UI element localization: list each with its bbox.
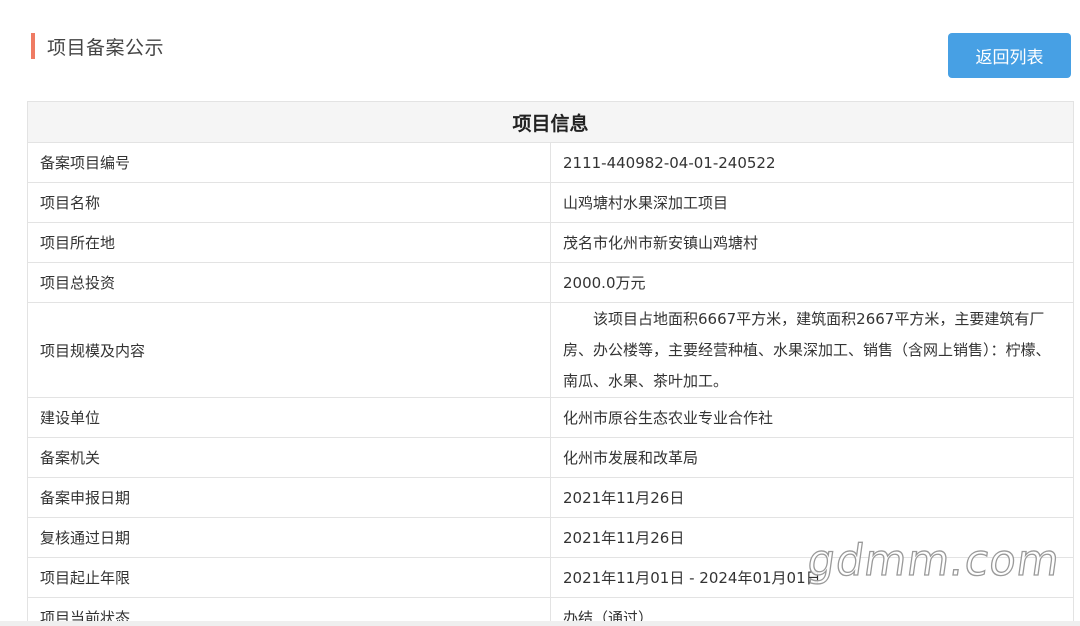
row-label-record-number: 备案项目编号 <box>27 142 551 183</box>
row-label-location: 项目所在地 <box>27 222 551 263</box>
row-label-review-date: 复核通过日期 <box>27 517 551 558</box>
table-row: 项目名称 山鸡塘村水果深加工项目 <box>27 182 1074 223</box>
row-value-record-number: 2111-440982-04-01-240522 <box>550 142 1074 183</box>
page-title: 项目备案公示 <box>47 36 165 59</box>
row-label-builder: 建设单位 <box>27 397 551 438</box>
title-accent-bar <box>31 33 35 59</box>
table-row: 项目所在地 茂名市化州市新安镇山鸡塘村 <box>27 222 1074 263</box>
site-watermark: gdmm.com <box>804 535 1064 586</box>
row-value-project-name: 山鸡塘村水果深加工项目 <box>550 182 1074 223</box>
row-value-scale-content: 该项目占地面积6667平方米，建筑面积2667平方米，主要建筑有厂房、办公楼等，… <box>550 302 1074 398</box>
table-row: 项目规模及内容 该项目占地面积6667平方米，建筑面积2667平方米，主要建筑有… <box>27 302 1074 398</box>
row-label-scale-content: 项目规模及内容 <box>27 302 551 398</box>
row-label-total-investment: 项目总投资 <box>27 262 551 303</box>
row-label-period: 项目起止年限 <box>27 557 551 598</box>
table-row: 建设单位 化州市原谷生态农业专业合作社 <box>27 397 1074 438</box>
row-value-total-investment: 2000.0万元 <box>550 262 1074 303</box>
table-row: 项目总投资 2000.0万元 <box>27 262 1074 303</box>
bottom-divider <box>0 621 1080 626</box>
table-caption: 项目信息 <box>27 101 1074 143</box>
row-value-builder: 化州市原谷生态农业专业合作社 <box>550 397 1074 438</box>
row-value-application-date: 2021年11月26日 <box>550 477 1074 518</box>
table-row: 备案项目编号 2111-440982-04-01-240522 <box>27 142 1074 183</box>
table-row: 备案申报日期 2021年11月26日 <box>27 477 1074 518</box>
page: 项目备案公示 返回列表 项目信息 备案项目编号 2111-440982-04-0… <box>0 0 1080 626</box>
row-label-application-date: 备案申报日期 <box>27 477 551 518</box>
table-row: 备案机关 化州市发展和改革局 <box>27 437 1074 478</box>
back-to-list-button[interactable]: 返回列表 <box>948 33 1071 78</box>
page-header: 项目备案公示 <box>31 33 164 59</box>
row-value-location: 茂名市化州市新安镇山鸡塘村 <box>550 222 1074 263</box>
row-label-project-name: 项目名称 <box>27 182 551 223</box>
row-label-authority: 备案机关 <box>27 437 551 478</box>
row-value-authority: 化州市发展和改革局 <box>550 437 1074 478</box>
